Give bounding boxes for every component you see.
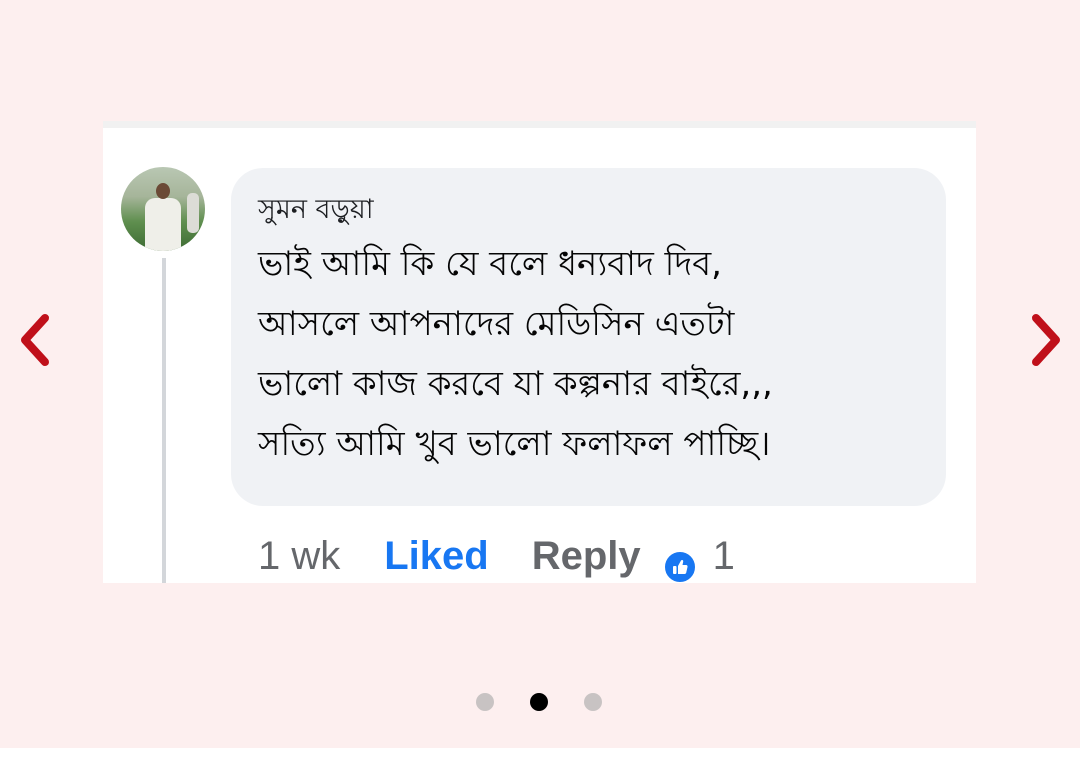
avatar-person-body [145,198,181,251]
pagination-dot-3[interactable] [584,693,602,711]
like-button[interactable]: Liked [384,534,488,579]
avatar-background-figure [187,193,199,233]
comment-line: ভালো কাজ করবে যা কল্পনার বাইরে,,, [258,364,773,404]
reply-thread-line [162,258,166,583]
carousel-next-button[interactable] [1021,305,1071,375]
thumbs-up-icon[interactable] [662,550,697,583]
pagination-dot-1[interactable] [476,693,494,711]
thumbs-up-glyph [672,560,688,574]
pagination-dot-2[interactable] [530,693,548,711]
avatar[interactable] [121,167,205,251]
carousel-slide: সুমন বড়ুয়া ভাই আমি কি যে বলে ধন্যবাদ দ… [103,121,976,583]
carousel-prev-button[interactable] [10,305,60,375]
comment-text: ভাই আমি কি যে বলে ধন্যবাদ দিব, আসলে আপনা… [258,234,946,474]
carousel-background: সুমন বড়ুয়া ভাই আমি কি যে বলে ধন্যবাদ দ… [0,0,1080,748]
chevron-left-icon [21,314,49,366]
comment-bubble: সুমন বড়ুয়া ভাই আমি কি যে বলে ধন্যবাদ দ… [231,168,946,506]
comment-author[interactable]: সুমন বড়ুয়া [258,190,946,230]
comment-line: ভাই আমি কি যে বলে ধন্যবাদ দিব, [258,244,722,284]
comment-actions: 1 wk Liked Reply 1 [258,530,735,583]
comment-timestamp[interactable]: 1 wk [258,534,340,579]
avatar-person-head [156,183,170,199]
comment-line: আসলে আপনাদের মেডিসিন এতটা [258,304,735,344]
comment-line: সত্যি আমি খুব ভালো ফলাফল পাচ্ছি। [258,424,771,464]
chevron-right-icon [1032,314,1060,366]
reply-button[interactable]: Reply [532,534,641,579]
like-count[interactable]: 1 [713,534,735,579]
carousel-pagination [476,693,602,711]
